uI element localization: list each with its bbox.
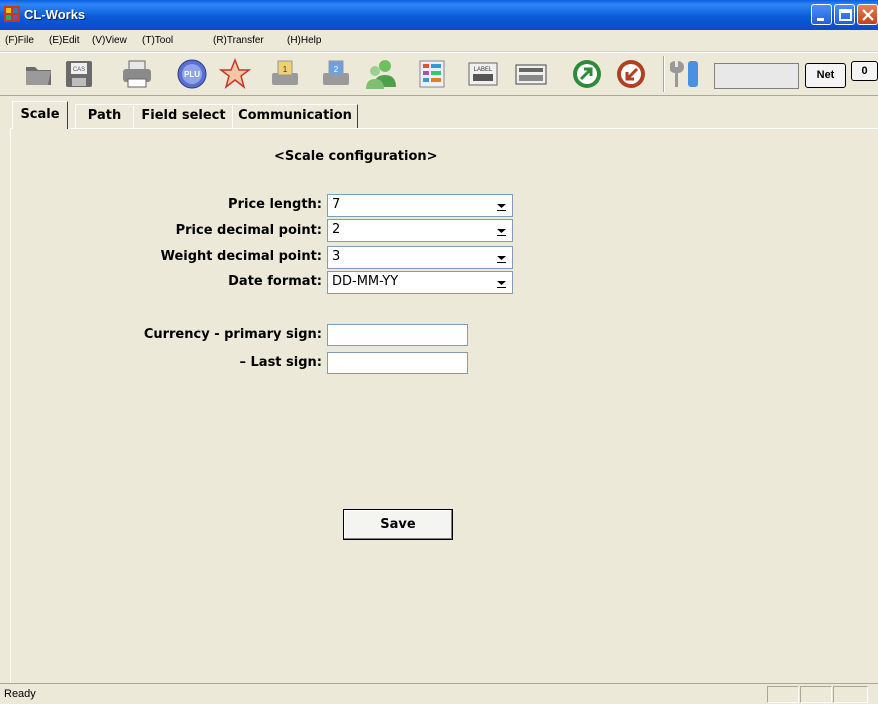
app-icon xyxy=(4,6,20,22)
printer-icon xyxy=(123,60,151,88)
svg-text:CAS: CAS xyxy=(73,67,85,73)
price-length-select[interactable]: 7 xyxy=(327,194,513,217)
title-bar: CL-Works xyxy=(0,0,878,30)
price-length-label: Price length: xyxy=(228,197,322,212)
currency-primary-label: Currency - primary sign: xyxy=(143,327,322,342)
weight-display xyxy=(714,63,799,89)
svg-text:1: 1 xyxy=(283,65,288,74)
weight-decimal-value: 3 xyxy=(332,249,341,264)
svg-text:LABEL: LABEL xyxy=(474,67,493,73)
open-folder-button[interactable] xyxy=(22,57,56,91)
toolbar-separator xyxy=(663,56,665,92)
back-arrow-icon xyxy=(617,60,645,88)
currency-primary-input[interactable] xyxy=(327,324,468,346)
menu-edit[interactable]: (E)Edit xyxy=(49,35,80,46)
open-folder-icon xyxy=(26,67,51,85)
maximize-button[interactable] xyxy=(834,4,855,25)
date-format-select[interactable]: DD-MM-YY xyxy=(327,271,513,294)
maximize-icon xyxy=(839,9,852,21)
last-sign-input[interactable] xyxy=(327,352,468,374)
star-icon xyxy=(218,57,252,89)
chevron-down-icon[interactable] xyxy=(493,249,510,266)
keyboard-icon xyxy=(515,64,547,85)
forward-arrow-icon xyxy=(573,60,601,88)
chevron-down-icon[interactable] xyxy=(493,274,510,291)
menu-transfer[interactable]: (R)Transfer xyxy=(213,35,264,46)
status-pane xyxy=(800,686,832,703)
menu-help[interactable]: (H)Help xyxy=(287,35,321,46)
date-format-value: DD-MM-YY xyxy=(332,274,399,289)
star-button[interactable] xyxy=(218,57,252,91)
menu-bar: (F)File (E)Edit (V)View (T)Tool (R)Trans… xyxy=(0,30,878,52)
tools-icon xyxy=(669,61,698,87)
menu-file[interactable]: (F)File xyxy=(5,35,34,46)
tools-button[interactable] xyxy=(669,57,704,91)
price-decimal-select[interactable]: 2 xyxy=(327,219,513,242)
status-pane xyxy=(767,686,799,703)
print-button[interactable] xyxy=(120,57,154,91)
label-button[interactable]: LABEL xyxy=(466,57,500,91)
window-title: CL-Works xyxy=(24,7,86,22)
net-button[interactable]: Net xyxy=(805,63,846,88)
chevron-down-icon[interactable] xyxy=(493,197,510,214)
menu-tool[interactable]: (T)Tool xyxy=(142,35,173,46)
chevron-down-icon[interactable] xyxy=(493,222,510,239)
save-disk-icon: CAS xyxy=(66,61,92,87)
tab-path[interactable]: Path xyxy=(75,104,134,128)
keyboard-button[interactable] xyxy=(514,57,548,91)
plu-button[interactable]: PLU xyxy=(175,57,209,91)
weight-decimal-label: Weight decimal point: xyxy=(160,249,322,264)
color-grid-icon xyxy=(419,60,445,88)
zero-button[interactable]: 0 xyxy=(851,61,878,81)
svg-text:2: 2 xyxy=(334,65,339,74)
save-button[interactable]: Save xyxy=(343,509,453,540)
minimize-button[interactable] xyxy=(811,4,832,25)
close-icon xyxy=(862,9,874,21)
color-grid-button[interactable] xyxy=(415,57,449,91)
forward-button[interactable] xyxy=(570,57,604,91)
last-sign-label: – Last sign: xyxy=(239,355,322,370)
status-bar: Ready xyxy=(0,683,878,704)
close-button[interactable] xyxy=(857,4,878,25)
label-icon: LABEL xyxy=(468,62,498,86)
price-decimal-label: Price decimal point: xyxy=(175,223,322,238)
panel-title: <Scale configuration> xyxy=(274,149,438,164)
date-format-label: Date format: xyxy=(228,274,322,289)
price-decimal-value: 2 xyxy=(332,222,341,237)
plu-icon: PLU xyxy=(177,59,207,89)
save-button-toolbar[interactable]: CAS xyxy=(62,57,96,91)
users-button[interactable] xyxy=(364,57,398,91)
toolbar: CAS PLU 1 2 LABEL Net 0 xyxy=(0,52,878,96)
tab-field-select[interactable]: Field select xyxy=(133,104,234,128)
upload-icon: 2 xyxy=(323,60,349,85)
menu-view[interactable]: (V)View xyxy=(92,35,127,46)
upload-button[interactable]: 2 xyxy=(319,57,353,91)
back-button[interactable] xyxy=(614,57,648,91)
tab-communication[interactable]: Communication xyxy=(232,104,358,128)
minimize-icon xyxy=(817,18,824,21)
users-icon xyxy=(366,60,396,89)
download-icon: 1 xyxy=(272,60,298,85)
download-button[interactable]: 1 xyxy=(268,57,302,91)
weight-decimal-select[interactable]: 3 xyxy=(327,246,513,269)
tab-strip: Scale Path Field select Communication xyxy=(10,101,870,129)
price-length-value: 7 xyxy=(332,197,341,212)
tab-scale[interactable]: Scale xyxy=(12,101,68,129)
status-text: Ready xyxy=(4,688,36,700)
svg-text:PLU: PLU xyxy=(184,70,200,79)
status-pane xyxy=(833,686,868,703)
